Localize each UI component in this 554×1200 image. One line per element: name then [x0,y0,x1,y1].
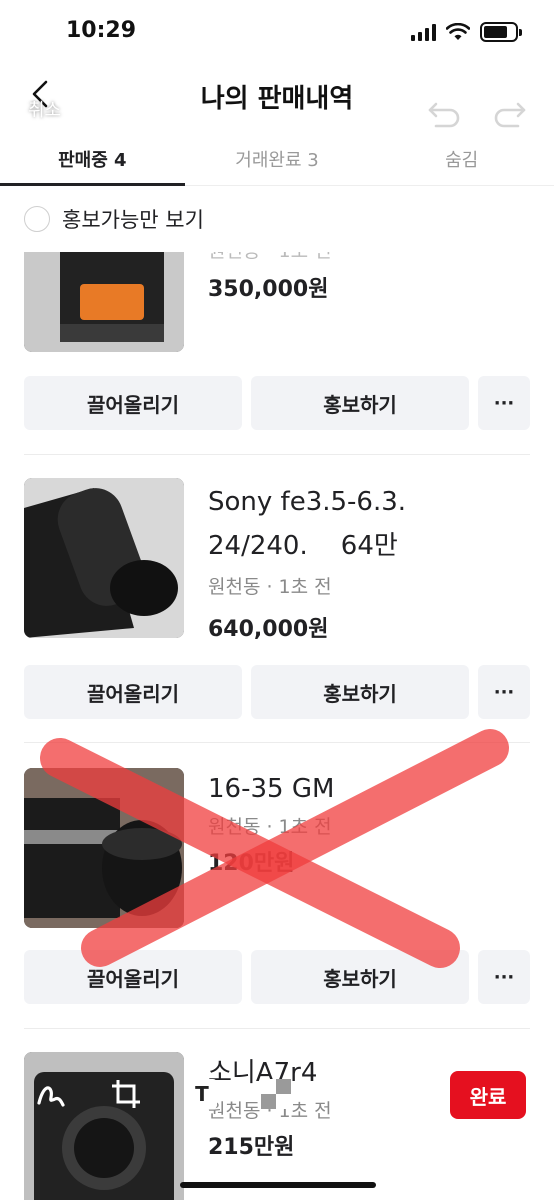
item-title: Sony fe3.5-6.3. 24/240. 64만 [208,487,407,561]
item-actions: 끌어올리기 홍보하기 ··· [24,665,530,719]
item-thumbnail [24,478,184,638]
pen-tool-icon[interactable] [30,1074,70,1114]
page-title: 나의 판매내역 [200,84,354,114]
item-thumbnail [24,768,184,928]
item-actions: 끌어올리기 홍보하기 ··· [24,950,530,1004]
item-meta: 원천동 · 1초 전 [208,576,332,598]
home-indicator [180,1182,376,1188]
status-icons [411,22,522,42]
undo-icon[interactable] [424,94,464,130]
wifi-icon [446,23,470,40]
promote-button[interactable]: 홍보하기 [251,950,469,1004]
status-bar: 10:29 [0,0,554,64]
divider [24,1028,530,1029]
bump-button[interactable]: 끌어올리기 [24,950,242,1004]
status-time: 10:29 [66,18,137,43]
more-button[interactable]: ··· [478,665,530,719]
crop-tool-icon[interactable] [106,1074,146,1114]
text-tool-label: T [195,1082,209,1106]
item-price: 640,000원 [208,617,329,642]
tab-bar: 판매중 4 거래완료 3 숨김 [0,130,554,186]
tab-selling[interactable]: 판매중 4 [0,130,185,186]
tab-completed[interactable]: 거래완료 3 [185,130,370,185]
more-button[interactable]: ··· [478,376,530,430]
battery-icon [480,22,522,42]
promote-button[interactable]: 홍보하기 [251,376,469,430]
promotable-filter[interactable]: 홍보가능만 보기 [24,204,204,234]
sales-list: 원천동 · 1초 전 350,000원 끌어올리기 홍보하기 ··· Sony … [0,252,554,1200]
filter-label: 홍보가능만 보기 [62,208,204,232]
more-button[interactable]: ··· [478,950,530,1004]
item-actions: 끌어올리기 홍보하기 ··· [24,376,530,430]
item-price: 350,000원 [208,277,329,302]
divider [24,454,530,455]
done-button[interactable]: 완료 [450,1071,526,1119]
item-meta: 원천동 · 1초 전 [208,252,332,263]
bump-button[interactable]: 끌어올리기 [24,376,242,430]
tab-hidden[interactable]: 숨김 [369,130,554,185]
redo-icon[interactable] [490,94,530,130]
cancel-button[interactable]: 취소 [28,96,61,122]
promote-button[interactable]: 홍보하기 [251,665,469,719]
text-tool-icon[interactable]: T [182,1074,222,1114]
bump-button[interactable]: 끌어올리기 [24,665,242,719]
mosaic-tool-icon[interactable] [256,1074,296,1114]
item-price: 120만원 [208,851,295,876]
item-meta: 원천동 · 1초 전 [208,816,332,838]
item-thumbnail [24,252,184,352]
item-title: 16-35 GM [208,774,335,804]
signal-icon [411,23,436,41]
filter-radio[interactable] [24,206,50,232]
header: 나의 판매내역 [0,64,554,128]
divider [24,742,530,743]
